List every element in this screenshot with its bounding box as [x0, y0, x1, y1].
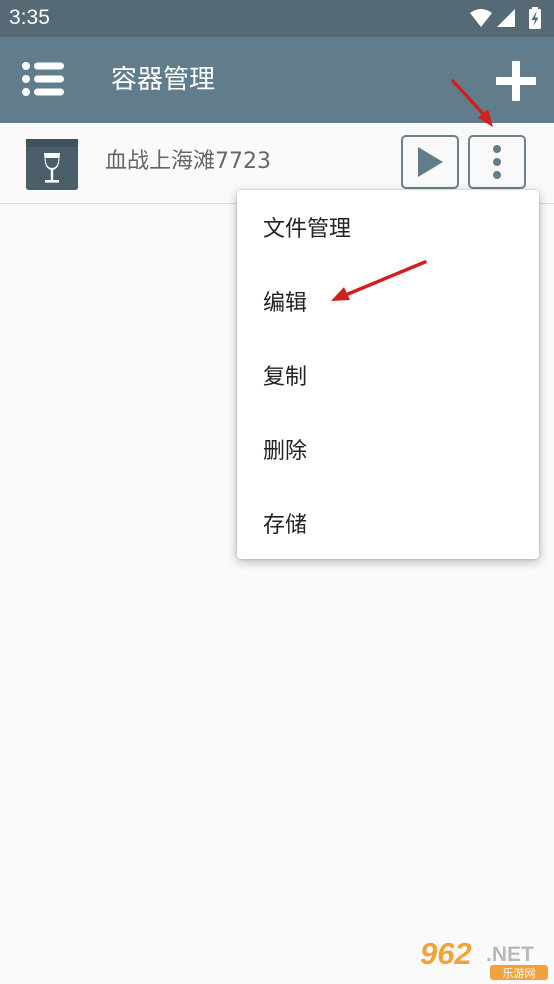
list-menu-icon	[22, 62, 64, 96]
menu-item-file-manage[interactable]: 文件管理	[237, 194, 539, 268]
svg-text:乐游网: 乐游网	[503, 967, 536, 980]
page-title: 容器管理	[111, 65, 216, 95]
status-bar: 3:35	[0, 0, 554, 37]
watermark-logo: 962 .NET 乐游网	[419, 935, 548, 980]
play-button[interactable]	[401, 135, 459, 189]
menu-item-label: 删除	[263, 439, 308, 464]
menu-button[interactable]	[20, 59, 66, 99]
menu-item-copy[interactable]: 复制	[237, 342, 539, 416]
menu-item-label: 编辑	[263, 291, 308, 316]
app-bar: 容器管理	[0, 37, 554, 123]
container-name: 血战上海滩7723	[105, 149, 271, 174]
menu-item-label: 复制	[263, 365, 308, 390]
svg-text:962: 962	[420, 936, 472, 971]
play-icon	[418, 147, 443, 177]
menu-item-storage[interactable]: 存储	[237, 490, 539, 564]
add-container-button[interactable]	[494, 59, 538, 103]
svg-text:.NET: .NET	[486, 943, 534, 966]
plus-icon	[496, 61, 536, 101]
menu-item-edit[interactable]: 编辑	[237, 268, 539, 342]
status-time: 3:35	[9, 6, 50, 29]
wine-glass-box-icon	[26, 139, 78, 190]
site-watermark: 962 .NET 乐游网	[418, 934, 550, 980]
status-icons	[470, 7, 541, 29]
menu-item-delete[interactable]: 删除	[237, 416, 539, 490]
more-vert-icon	[493, 145, 501, 179]
signal-icon	[497, 9, 515, 27]
options-popup-menu: 文件管理 编辑 复制 删除 存储	[237, 190, 539, 559]
more-options-button[interactable]	[468, 135, 526, 189]
wifi-icon	[470, 9, 492, 27]
menu-item-label: 文件管理	[263, 217, 352, 242]
menu-item-label: 存储	[263, 513, 308, 538]
battery-charging-icon	[529, 7, 541, 29]
